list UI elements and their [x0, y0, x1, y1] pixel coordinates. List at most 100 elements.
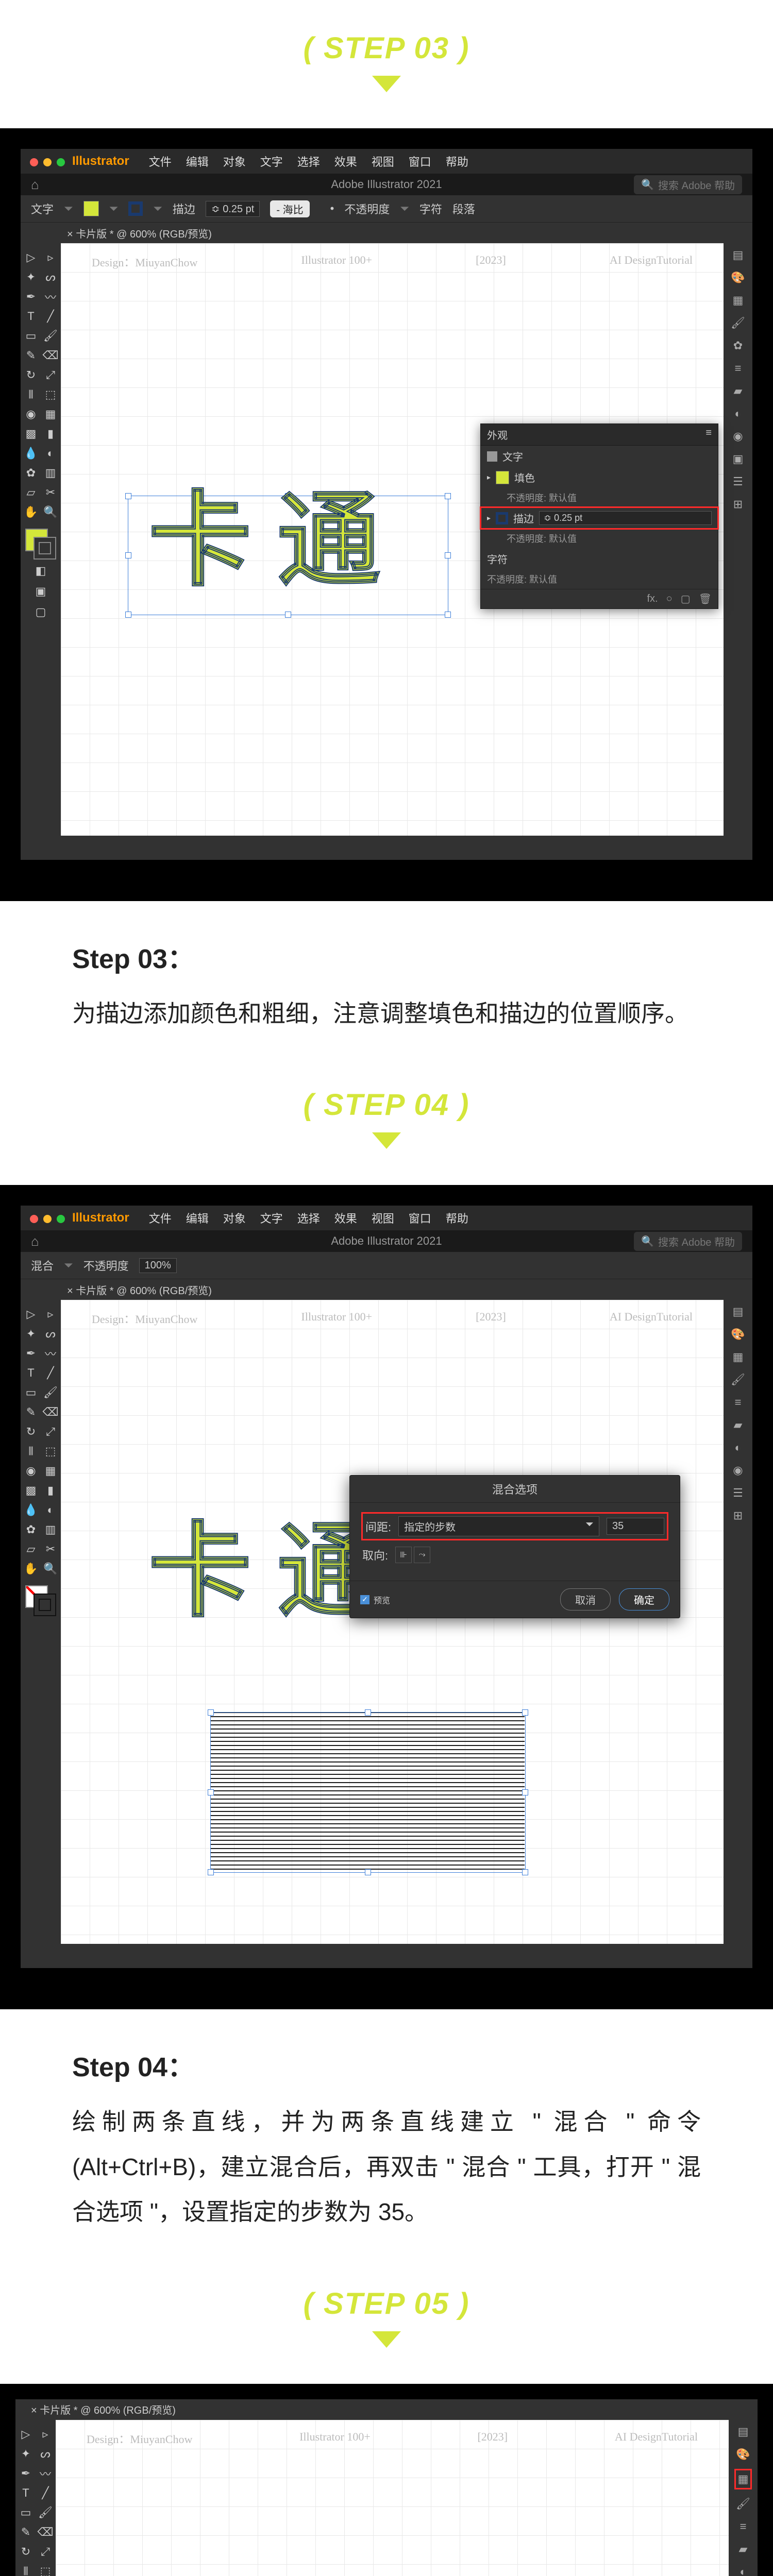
swatches-panel-icon[interactable]: ▦ — [733, 294, 744, 307]
rotate-icon[interactable]: ↻ — [16, 2543, 35, 2561]
wand-icon[interactable]: ✦ — [16, 2445, 35, 2463]
char-row[interactable]: 字符 — [487, 551, 508, 566]
graph-icon[interactable]: ▥ — [41, 1520, 60, 1539]
fx-icon[interactable]: fx. — [647, 593, 658, 605]
color-panel-icon[interactable]: 🎨 — [731, 1328, 745, 1341]
opacity-field[interactable]: 100% — [139, 1258, 177, 1273]
cancel-button[interactable]: 取消 — [560, 1588, 611, 1611]
selection-tool-icon[interactable]: ▷ — [22, 248, 40, 267]
free-transform-icon[interactable]: ⬚ — [41, 385, 60, 404]
layers-panel-icon[interactable]: ☰ — [733, 1486, 743, 1500]
pen-tool-icon[interactable]: ✒ — [22, 1344, 40, 1363]
lasso-icon[interactable]: ᔕ — [41, 1325, 60, 1343]
transparency-icon[interactable]: ◐ — [740, 2565, 746, 2576]
perspective-icon[interactable]: ▦ — [41, 405, 60, 423]
scale-icon[interactable]: ⤢ — [41, 366, 60, 384]
document-tab[interactable]: × 卡片版 * @ 600% (RGB/预览) — [21, 223, 752, 243]
free-transform-icon[interactable]: ⬚ — [41, 1442, 60, 1461]
canvas[interactable]: Design：MiuyanChow Illustrator 100+ [2023… — [61, 243, 724, 836]
menu-bar[interactable]: Illustrator 文件 编辑 对象 文字 选择 效果 视图 窗口 帮助 — [21, 1206, 752, 1230]
menu-select[interactable]: 选择 — [297, 153, 320, 170]
wand-icon[interactable]: ✦ — [22, 1325, 40, 1343]
hand-icon[interactable]: ✋ — [22, 1560, 40, 1578]
free-transform-icon[interactable]: ⬚ — [36, 2562, 55, 2576]
fill-stroke-indicator[interactable] — [25, 1585, 56, 1616]
menu-object[interactable]: 对象 — [223, 1210, 246, 1226]
align-panel-icon[interactable]: ⊞ — [733, 1509, 743, 1522]
zoom-icon[interactable]: 🔍 — [41, 1560, 60, 1578]
panel-dock[interactable]: ▤ 🎨 ▦ 🖌 ✿ ≡ ▰ ◐ ◉ ▣ ☰ ⊞ — [724, 243, 752, 836]
menu-view[interactable]: 视图 — [372, 1210, 394, 1226]
profile-chip[interactable]: - 海比 — [270, 200, 309, 217]
menu-edit[interactable]: 编辑 — [186, 153, 209, 170]
width-icon[interactable]: ⫴ — [16, 2562, 35, 2576]
width-icon[interactable]: ⫴ — [22, 1442, 40, 1461]
home-icon[interactable]: ⌂ — [31, 177, 39, 193]
stroke-row-swatch[interactable] — [496, 512, 508, 524]
menu-file[interactable]: 文件 — [149, 1210, 172, 1226]
document-tab[interactable]: × 卡片版 * @ 600% (RGB/预览) — [21, 1279, 752, 1300]
menu-type[interactable]: 文字 — [260, 1210, 283, 1226]
new-icon[interactable]: ▢ — [681, 592, 691, 605]
spacing-mode-select[interactable]: 指定的步数⏷ — [398, 1516, 599, 1536]
orient-path-icon[interactable]: ⤳ — [414, 1547, 430, 1563]
eyedropper-icon[interactable]: 💧 — [22, 1501, 40, 1519]
search-box[interactable]: 🔍 搜索 Adobe 帮助 — [634, 175, 742, 194]
search-box[interactable]: 🔍 搜索 Adobe 帮助 — [634, 1232, 742, 1251]
curvature-icon[interactable]: 〰 — [41, 1344, 60, 1363]
shape-builder-icon[interactable]: ◉ — [22, 405, 40, 423]
line-tool-icon[interactable]: ╱ — [41, 1364, 60, 1382]
appearance-icon[interactable]: ◉ — [733, 430, 743, 443]
stroke-panel-icon[interactable]: ≡ — [740, 2520, 747, 2533]
brushes-panel-icon[interactable]: 🖌 — [731, 1373, 745, 1386]
scale-icon[interactable]: ⤢ — [36, 2543, 55, 2561]
artboard-icon[interactable]: ▱ — [22, 483, 40, 502]
rect-tool-icon[interactable]: ▭ — [16, 2503, 35, 2522]
stroke-weight-field[interactable]: ≎ 0.25 pt — [206, 201, 260, 217]
preview-checkbox[interactable]: ✓预览 — [360, 1588, 390, 1611]
gradient-panel-icon[interactable]: ▰ — [734, 1418, 743, 1432]
wand-icon[interactable]: ✦ — [22, 268, 40, 286]
curvature-icon[interactable]: 〰 — [36, 2464, 55, 2483]
graph-icon[interactable]: ▥ — [41, 464, 60, 482]
draw-mode-icon[interactable]: ▣ — [31, 582, 50, 601]
toolbar[interactable]: ▷▹ ✦ᔕ ✒〰 T╱ ▭🖌 ✎⌫ ↻⤢ ⫴⬚ ◉▦ ▩▮ 💧◐ ✿▥ ▱✂ ✋… — [21, 1300, 61, 1944]
blend-icon[interactable]: ◐ — [41, 1501, 60, 1519]
gradient-panel-icon[interactable]: ▰ — [739, 2543, 748, 2556]
stroke-panel-icon[interactable]: ≡ — [735, 1396, 742, 1409]
minimize-icon[interactable] — [43, 1215, 52, 1223]
line-tool-icon[interactable]: ╱ — [41, 307, 60, 326]
screen-mode-icon[interactable]: ▢ — [31, 603, 50, 621]
zoom-icon[interactable]: 🔍 — [41, 503, 60, 521]
appearance-icon[interactable]: ◉ — [733, 1464, 743, 1477]
fill-stroke-indicator[interactable] — [25, 529, 56, 560]
menu-select[interactable]: 选择 — [297, 1210, 320, 1226]
menu-edit[interactable]: 编辑 — [186, 1210, 209, 1226]
line-tool-icon[interactable]: ╱ — [36, 2484, 55, 2502]
fill-swatch[interactable] — [83, 201, 99, 216]
swatches-panel-icon-highlight[interactable]: ▦ — [736, 2470, 751, 2488]
menu-effect[interactable]: 效果 — [334, 153, 357, 170]
swatches-panel-icon[interactable]: ▦ — [733, 1350, 744, 1364]
gradient-icon[interactable]: ▮ — [41, 1481, 60, 1500]
symbol-icon[interactable]: ✿ — [22, 464, 40, 482]
properties-icon[interactable]: ▤ — [738, 2425, 749, 2438]
properties-icon[interactable]: ▤ — [733, 1305, 744, 1318]
menu-help[interactable]: 帮助 — [446, 1210, 468, 1226]
symbol-icon[interactable]: ✿ — [22, 1520, 40, 1539]
fill-row-swatch[interactable] — [496, 471, 509, 484]
ok-button[interactable]: 确定 — [619, 1588, 669, 1611]
symbols-panel-icon[interactable]: ✿ — [733, 339, 743, 352]
menu-view[interactable]: 视图 — [372, 153, 394, 170]
graphic-styles-icon[interactable]: ▣ — [733, 452, 744, 466]
type-tool-icon[interactable]: T — [16, 2484, 35, 2502]
slice-icon[interactable]: ✂ — [41, 483, 60, 502]
canvas[interactable]: Design：MiuyanChow Illustrator 100+ [2023… — [61, 1300, 724, 1944]
panel-menu-icon[interactable]: ≡ — [705, 427, 712, 442]
maximize-icon[interactable] — [57, 1215, 65, 1223]
pen-tool-icon[interactable]: ✒ — [16, 2464, 35, 2483]
eraser-icon[interactable]: ⌫ — [36, 2523, 55, 2541]
document-tab[interactable]: × 卡片版 * @ 600% (RGB/预览) — [15, 2399, 758, 2420]
rect-tool-icon[interactable]: ▭ — [22, 327, 40, 345]
close-icon[interactable] — [30, 158, 38, 166]
